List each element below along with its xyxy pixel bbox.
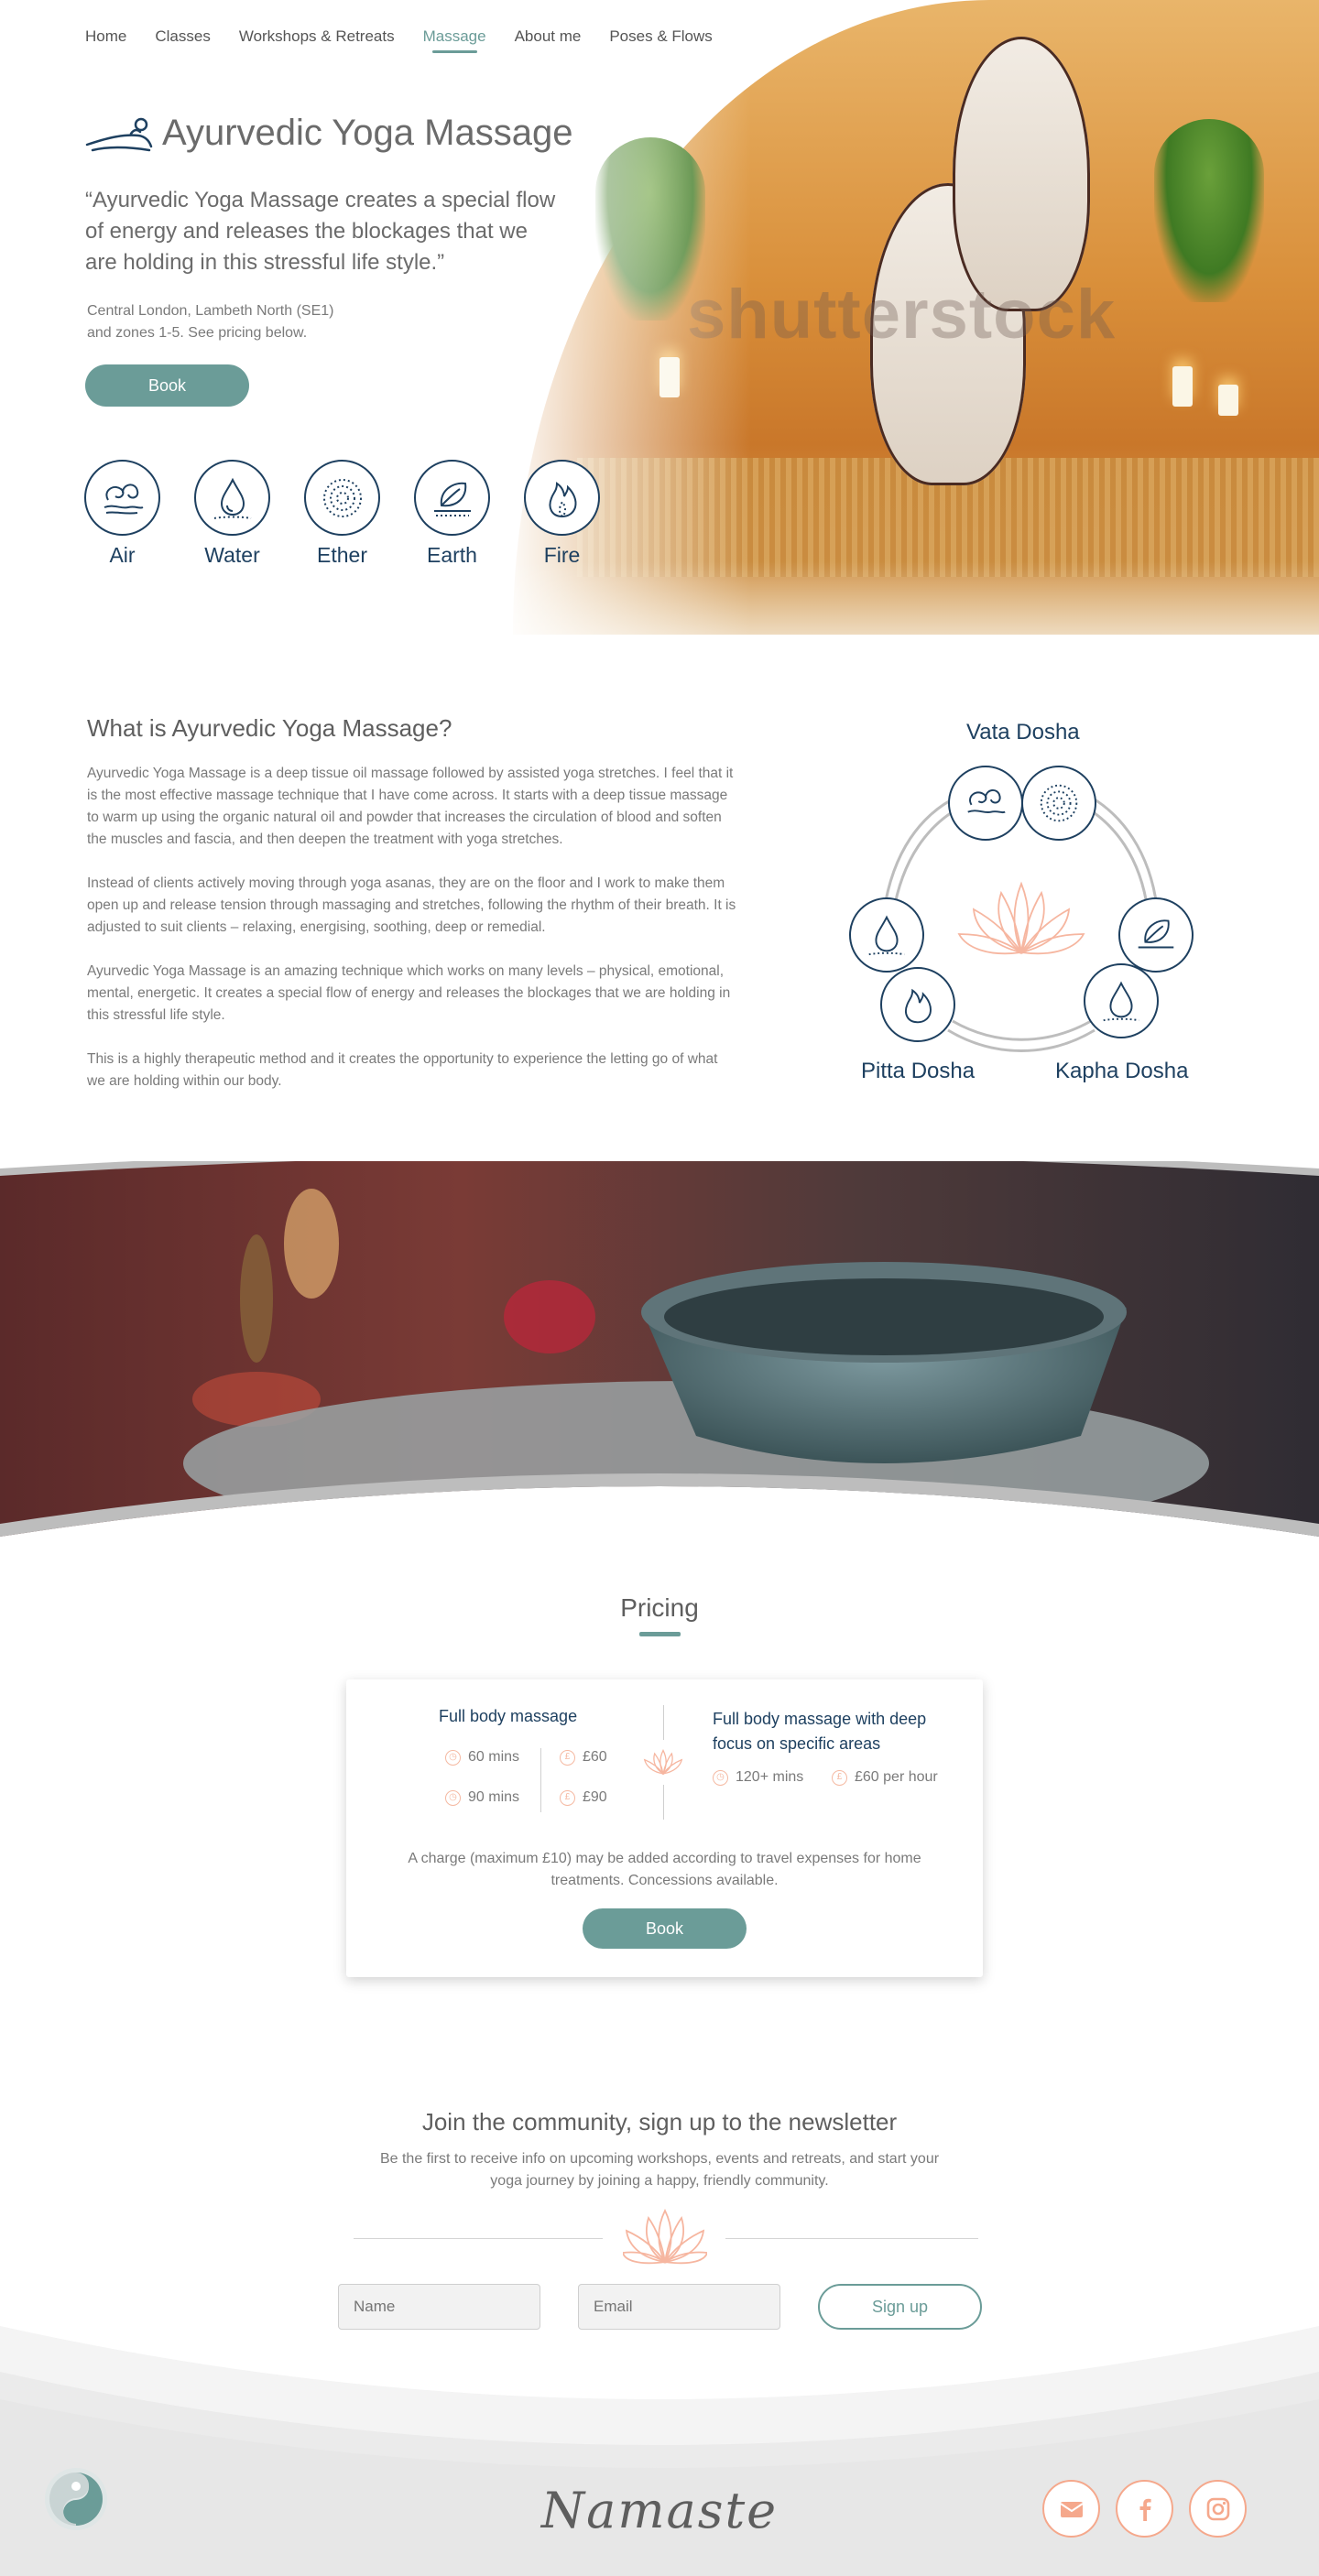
pound-icon: £ <box>560 1789 575 1806</box>
hero-massage-photo: shutterstock <box>513 0 1319 635</box>
dosha-ether-icon <box>1021 766 1096 841</box>
photo-candle <box>1218 385 1238 416</box>
price-text: £60 per hour <box>855 1769 938 1785</box>
vata-dosha-label: Vata Dosha <box>966 720 1080 745</box>
element-label-air: Air <box>109 543 136 567</box>
photo-watermark: shutterstock <box>687 276 1117 353</box>
divider <box>540 1748 541 1812</box>
divider <box>354 2238 603 2239</box>
element-earth: Earth <box>414 460 524 568</box>
pound-icon: £ <box>560 1749 575 1766</box>
pricing-book-button[interactable]: Book <box>583 1908 747 1949</box>
element-label-earth: Earth <box>427 543 477 567</box>
option2-price: £ £60 per hour <box>832 1769 938 1786</box>
newsletter-heading: Join the community, sign up to the newsl… <box>421 2108 898 2136</box>
nav-poses-flows[interactable]: Poses & Flows <box>609 27 712 53</box>
photo-therapist-figure <box>953 37 1090 311</box>
fire-flame-icon <box>524 460 600 536</box>
ether-spiral-icon <box>304 460 380 536</box>
instagram-icon <box>1206 2497 1229 2520</box>
element-fire: Fire <box>524 460 634 568</box>
pricing-note: A charge (maximum £10) may be added acco… <box>408 1851 921 1888</box>
element-label-fire: Fire <box>543 543 581 567</box>
location-line-1: Central London, Lambeth North (SE1) <box>87 303 334 319</box>
pricing-underline <box>639 1632 681 1636</box>
pitta-dosha-label: Pitta Dosha <box>861 1059 976 1083</box>
email-social-link[interactable] <box>1042 2480 1100 2538</box>
nav-home[interactable]: Home <box>85 27 126 53</box>
dosha-earth-icon <box>1118 897 1194 973</box>
about-paragraph: Instead of clients actively moving throu… <box>87 875 736 935</box>
element-water: Water <box>194 460 304 568</box>
lotus-icon <box>623 2209 707 2265</box>
option1-duration: ◷ 60 mins <box>445 1749 519 1766</box>
nav-classes[interactable]: Classes <box>155 27 210 53</box>
pound-icon: £ <box>832 1769 847 1786</box>
banner-image <box>0 1161 1319 1555</box>
price-text: £90 <box>583 1789 607 1805</box>
clock-icon: ◷ <box>713 1769 728 1786</box>
dosha-air-icon <box>948 766 1023 841</box>
hero-title-row: Ayurvedic Yoga Massage <box>85 112 572 154</box>
instagram-social-link[interactable] <box>1189 2480 1247 2538</box>
hero-location: Central London, Lambeth North (SE1) and … <box>87 300 333 344</box>
hero-section: shutterstock Home Classes Workshops & Re… <box>0 0 1319 635</box>
divider <box>663 1785 664 1820</box>
hero-book-button[interactable]: Book <box>85 364 249 407</box>
option1-title: Full body massage <box>439 1707 578 1725</box>
dosha-diagram: Vata Dosha Pitta Dosha Kapha Dosha <box>838 714 1205 1099</box>
main-nav: Home Classes Workshops & Retreats Massag… <box>85 27 741 53</box>
about-paragraph: This is a highly therapeutic method and … <box>87 1051 718 1089</box>
element-air: Air <box>84 460 194 568</box>
nav-about-me[interactable]: About me <box>515 27 582 53</box>
photo-bottom-fade <box>513 561 1319 635</box>
pricing-card: Full body massage ◷ 60 mins £ £60 ◷ 90 m… <box>346 1679 983 1977</box>
duration-text: 90 mins <box>468 1789 520 1805</box>
newsletter-subtitle: Be the first to receive info on upcoming… <box>379 2151 940 2189</box>
pricing-heading: Pricing <box>620 1593 699 1622</box>
massage-figure-icon <box>85 117 153 152</box>
price-text: £60 <box>583 1749 607 1765</box>
clock-icon: ◷ <box>445 1749 461 1766</box>
option1-duration: ◷ 90 mins <box>445 1789 519 1806</box>
option2-duration: ◷ 120+ mins <box>713 1769 803 1786</box>
nav-workshops-retreats[interactable]: Workshops & Retreats <box>239 27 395 53</box>
clock-icon: ◷ <box>445 1789 461 1806</box>
email-icon <box>1059 2501 1084 2517</box>
element-label-ether: Ether <box>317 543 367 567</box>
location-line-2: and zones 1-5. See pricing below. <box>87 325 308 341</box>
air-swirl-icon <box>84 460 160 536</box>
dosha-water-icon <box>849 897 924 973</box>
photo-candle <box>1172 366 1193 407</box>
page-title: Ayurvedic Yoga Massage <box>162 112 573 153</box>
facebook-social-link[interactable] <box>1116 2480 1173 2538</box>
hero-quote: “Ayurvedic Yoga Massage creates a specia… <box>85 188 556 275</box>
lotus-icon <box>643 1749 683 1776</box>
about-paragraph: Ayurvedic Yoga Massage is an amazing tec… <box>87 963 731 1023</box>
about-paragraph: Ayurvedic Yoga Massage is a deep tissue … <box>87 766 734 847</box>
divider <box>663 1705 664 1740</box>
duration-text: 60 mins <box>468 1749 520 1765</box>
duration-text: 120+ mins <box>736 1769 804 1785</box>
option1-price: £ £90 <box>560 1789 607 1806</box>
water-drop-icon <box>194 460 270 536</box>
dosha-water-icon <box>1084 963 1159 1038</box>
element-label-water: Water <box>204 543 260 567</box>
dosha-fire-icon <box>880 967 955 1042</box>
nav-massage[interactable]: Massage <box>423 27 486 53</box>
option1-price: £ £60 <box>560 1749 607 1766</box>
earth-leaf-icon <box>414 460 490 536</box>
option2-title: Full body massage with deep focus on spe… <box>713 1710 927 1753</box>
photo-plant <box>1154 119 1264 302</box>
elements-row: Air Water Ether Earth Fire <box>84 460 634 568</box>
facebook-icon <box>1139 2498 1151 2521</box>
about-section: What is Ayurvedic Yoga Massage? Ayurvedi… <box>87 714 737 1114</box>
kapha-dosha-label: Kapha Dosha <box>1055 1059 1189 1083</box>
about-heading: What is Ayurvedic Yoga Massage? <box>87 714 452 742</box>
bowl-banner-photo <box>0 1161 1319 1555</box>
divider <box>725 2238 978 2239</box>
element-ether: Ether <box>304 460 414 568</box>
